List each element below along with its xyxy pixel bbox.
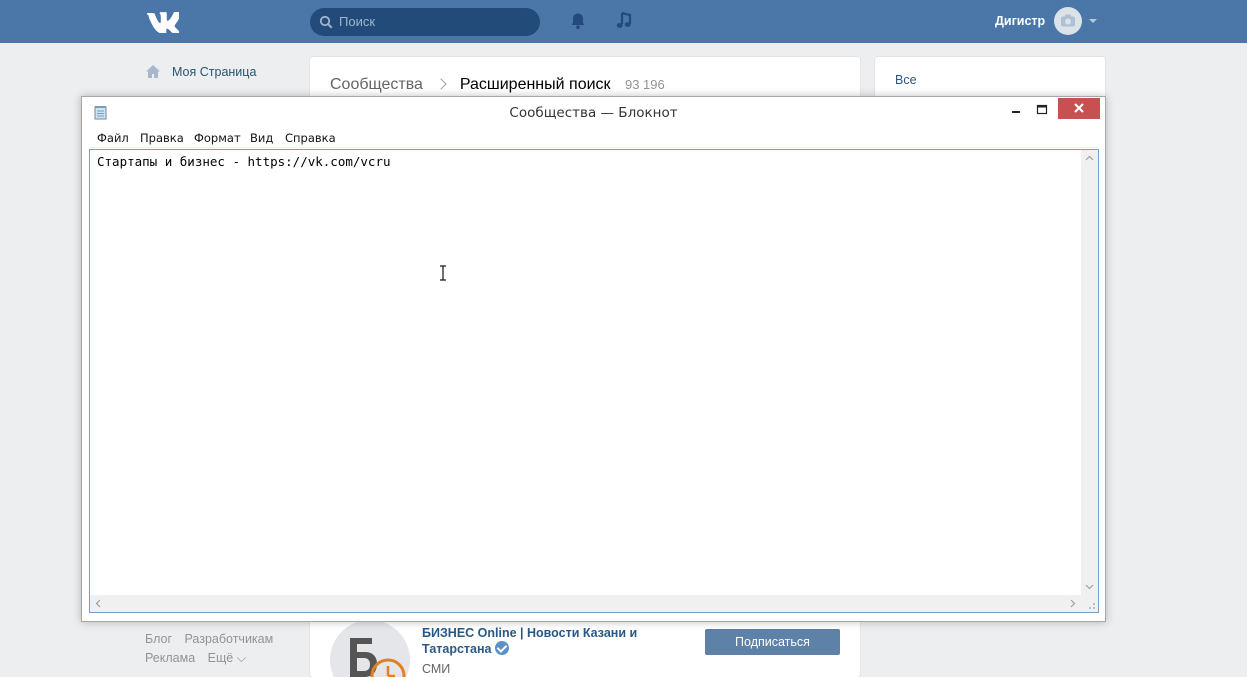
- music-icon[interactable]: [615, 11, 633, 31]
- vk-logo-icon[interactable]: [145, 9, 179, 33]
- notepad-titlebar[interactable]: Сообщества — Блокнот: [82, 97, 1105, 128]
- breadcrumb-root[interactable]: Сообщества: [330, 76, 423, 93]
- sidebar-item-label: Моя Страница: [172, 65, 257, 79]
- vk-search-input[interactable]: Поиск: [310, 8, 540, 36]
- subscribe-button[interactable]: Подписаться: [705, 629, 840, 655]
- community-category: СМИ: [422, 662, 451, 676]
- chevron-right-icon: [435, 78, 448, 90]
- text-editor[interactable]: Стартапы и бизнес - https://vk.com/vcru: [89, 149, 1099, 613]
- home-icon: [146, 65, 160, 78]
- horizontal-scrollbar[interactable]: [90, 595, 1081, 612]
- close-button[interactable]: [1058, 98, 1100, 119]
- window-title: Сообщества — Блокнот: [509, 105, 678, 121]
- footer-link-more[interactable]: Ещё ⌵: [208, 651, 247, 665]
- menu-format[interactable]: Формат: [194, 131, 241, 145]
- chevron-down-icon[interactable]: [1089, 19, 1097, 23]
- footer-link-blog[interactable]: Блог: [145, 632, 172, 646]
- scroll-down-icon[interactable]: [1081, 578, 1098, 595]
- results-count: 93 196: [624, 77, 665, 92]
- verified-icon: [494, 641, 509, 655]
- filter-all[interactable]: Все: [895, 73, 917, 87]
- footer-link-ads[interactable]: Реклама: [145, 651, 195, 665]
- user-name[interactable]: Дигистр: [995, 14, 1045, 28]
- menu-file[interactable]: Файл: [97, 131, 129, 145]
- search-icon: [319, 15, 333, 29]
- bell-icon[interactable]: [569, 12, 587, 30]
- community-name: БИЗНЕС Online | Новости Казани и Татарст…: [422, 626, 638, 656]
- scroll-up-icon[interactable]: [1081, 150, 1098, 167]
- text-cursor-icon: [440, 265, 446, 281]
- menu-view[interactable]: Вид: [250, 131, 273, 145]
- vk-header: Поиск Дигистр: [0, 0, 1247, 43]
- menu-help[interactable]: Справка: [285, 131, 336, 145]
- camera-icon: [1061, 14, 1075, 27]
- breadcrumb: Сообщества Расширенный поиск 93 196: [330, 76, 665, 94]
- avatar[interactable]: [1054, 7, 1082, 35]
- scroll-right-icon[interactable]: [1064, 595, 1081, 612]
- scroll-left-icon[interactable]: [90, 595, 107, 612]
- footer-links: Блог Разработчикам Реклама Ещё ⌵: [145, 630, 282, 668]
- minimize-icon[interactable]: [1006, 101, 1026, 119]
- resize-grip-icon[interactable]: [1081, 595, 1098, 612]
- menu-edit[interactable]: Правка: [140, 131, 184, 145]
- notepad-window: Сообщества — Блокнот Файл Правка Формат …: [81, 96, 1106, 622]
- maximize-icon[interactable]: [1032, 101, 1052, 119]
- notepad-menubar: Файл Правка Формат Вид Справка: [90, 128, 1098, 148]
- close-icon: [1074, 103, 1084, 113]
- vertical-scrollbar[interactable]: [1081, 150, 1098, 595]
- community-name-link[interactable]: БИЗНЕС Online | Новости Казани и Татарст…: [422, 626, 652, 657]
- footer-link-developers[interactable]: Разработчикам: [185, 632, 274, 646]
- page-title: Расширенный поиск: [459, 76, 611, 93]
- search-placeholder: Поиск: [339, 14, 376, 29]
- editor-content[interactable]: Стартапы и бизнес - https://vk.com/vcru: [97, 154, 391, 169]
